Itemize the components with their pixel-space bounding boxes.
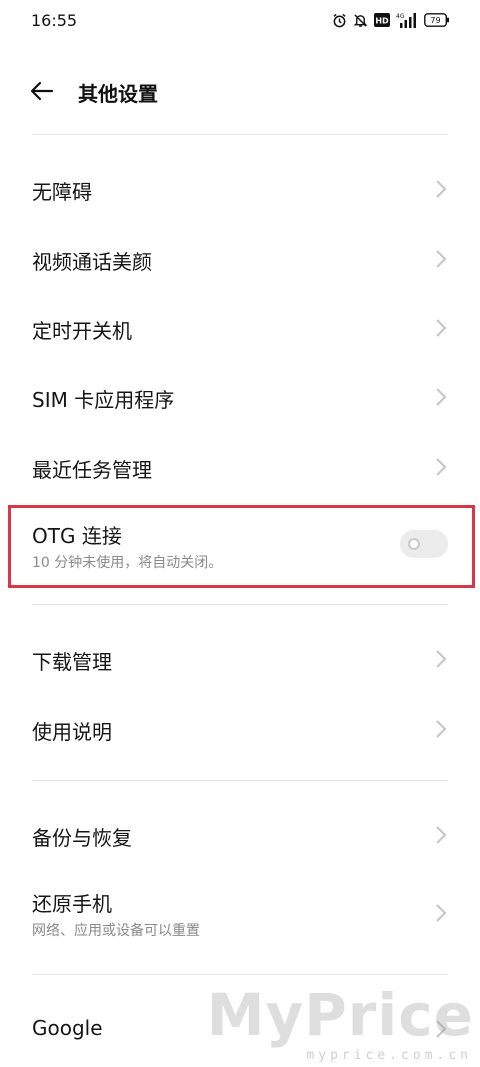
divider xyxy=(32,134,448,135)
chevron-right-icon xyxy=(436,826,447,844)
item-label: 视频通话美颜 xyxy=(32,250,152,274)
header: 其他设置 xyxy=(0,60,480,120)
item-label: 最近任务管理 xyxy=(32,458,152,482)
alarm-icon xyxy=(333,13,346,27)
item-label: 使用说明 xyxy=(32,720,112,744)
settings-item-accessibility[interactable]: 无障碍 xyxy=(0,154,480,224)
chevron-right-icon xyxy=(436,720,447,738)
settings-item-reset-phone[interactable]: 还原手机 网络、应用或设备可以重置 xyxy=(0,872,480,956)
chevron-right-icon xyxy=(436,650,447,668)
chevron-right-icon xyxy=(436,250,447,268)
chevron-right-icon xyxy=(436,180,447,198)
watermark: MyPrice xyxy=(206,981,474,1049)
settings-item-video-call-beauty[interactable]: 视频通话美颜 xyxy=(0,224,480,294)
chevron-right-icon xyxy=(436,319,447,337)
item-label: 定时开关机 xyxy=(32,319,132,343)
chevron-right-icon xyxy=(436,904,447,922)
watermark-url: myprice.com.cn xyxy=(306,1048,472,1063)
item-label: 还原手机 xyxy=(32,892,112,916)
hd-label: HD xyxy=(375,17,389,26)
page-title: 其他设置 xyxy=(78,82,158,106)
item-subtitle: 网络、应用或设备可以重置 xyxy=(32,923,200,939)
highlight-box xyxy=(8,505,475,588)
divider xyxy=(32,780,448,781)
item-label: 无障碍 xyxy=(32,180,92,204)
item-label: SIM 卡应用程序 xyxy=(32,388,175,412)
back-arrow-icon[interactable] xyxy=(28,77,56,105)
divider xyxy=(32,974,448,975)
signal-icon: 4G xyxy=(396,13,416,28)
settings-item-sim-apps[interactable]: SIM 卡应用程序 xyxy=(0,362,480,432)
status-bar: 16:55 HD 4G 79 xyxy=(0,0,480,44)
status-icons: HD 4G 79 xyxy=(332,12,450,28)
mute-icon xyxy=(353,13,368,27)
divider xyxy=(32,604,448,605)
settings-item-recent-tasks[interactable]: 最近任务管理 xyxy=(0,432,480,502)
hd-icon: HD xyxy=(374,13,390,27)
settings-item-scheduled-power[interactable]: 定时开关机 xyxy=(0,293,480,363)
item-label: Google xyxy=(32,1016,103,1040)
status-time: 16:55 xyxy=(31,11,78,30)
battery-level: 79 xyxy=(430,16,440,25)
settings-item-backup-restore[interactable]: 备份与恢复 xyxy=(0,800,480,870)
item-label: 下载管理 xyxy=(32,650,112,674)
battery-icon: 79 xyxy=(424,13,449,27)
network-label: 4G xyxy=(396,13,405,20)
settings-item-user-guide[interactable]: 使用说明 xyxy=(0,694,480,764)
settings-item-download-manager[interactable]: 下载管理 xyxy=(0,624,480,694)
chevron-right-icon xyxy=(436,388,447,406)
chevron-right-icon xyxy=(436,458,447,476)
item-label: 备份与恢复 xyxy=(32,826,132,850)
